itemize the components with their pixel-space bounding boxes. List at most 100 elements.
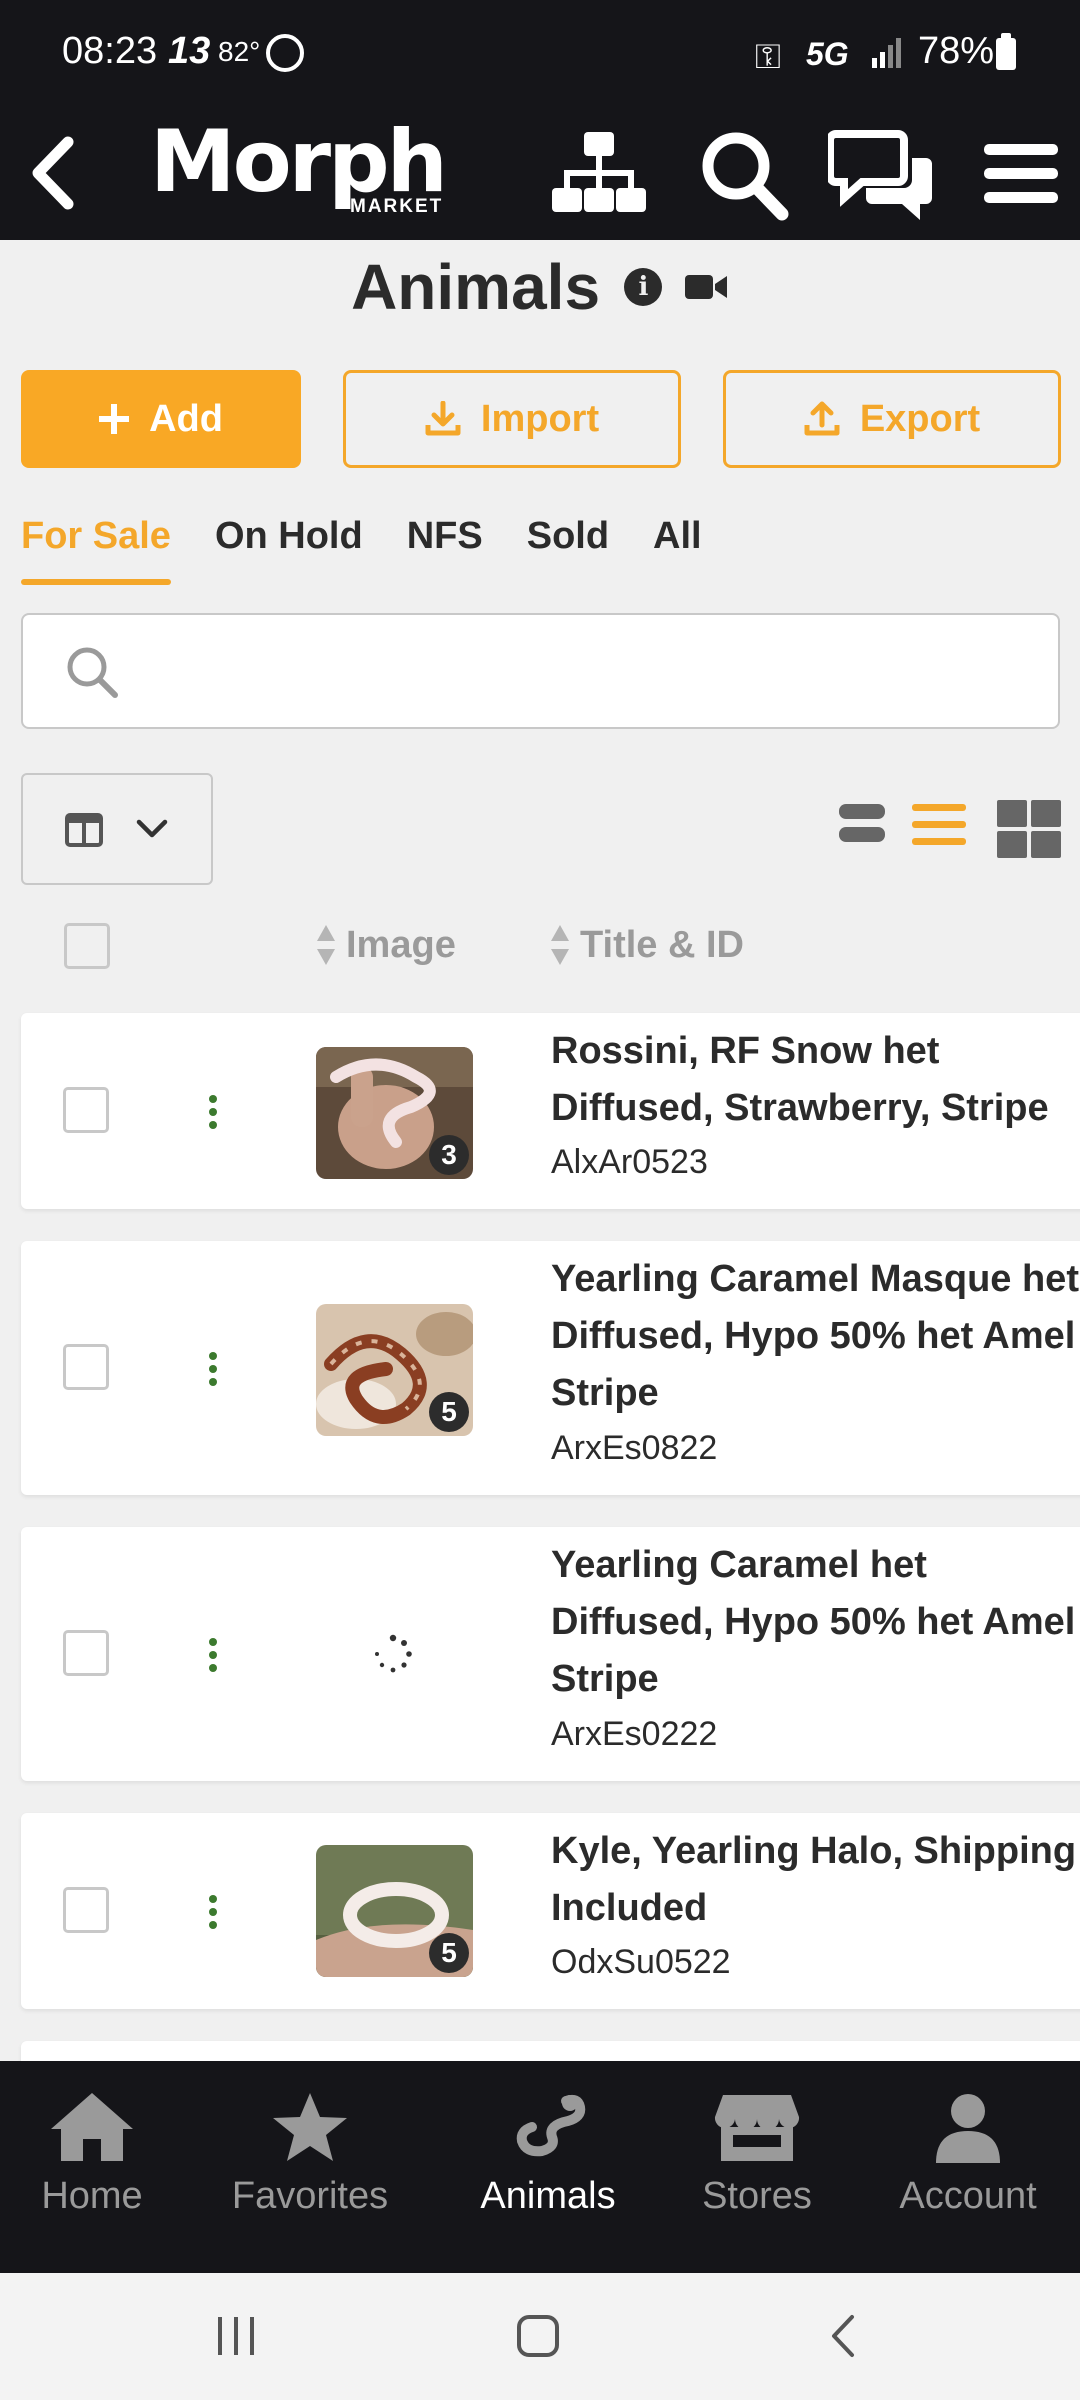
nav-animals[interactable]: Animals [468,2091,628,2218]
table-row[interactable]: Yearling Caramel het Diffused, Hypo 50% … [21,1527,1080,1781]
tab-for-sale[interactable]: For Sale [21,505,171,585]
row-checkbox[interactable] [63,1344,109,1390]
nav-stores-label: Stores [702,2175,812,2217]
title-line: Stripe [551,1658,659,1700]
table-row[interactable]: 5 Yearling Caramel Masque het Diffused, … [21,1241,1080,1495]
export-button[interactable]: Export [723,370,1061,468]
animal-title[interactable]: Rossini, RF Snow het Diffused, Strawberr… [551,1023,1080,1137]
chevron-down-icon [136,819,168,838]
title-line: Yearling Caramel Masque het [551,1258,1079,1300]
nav-account[interactable]: Account [888,2091,1048,2218]
row-checkbox[interactable] [63,1887,109,1933]
add-label: Add [149,397,223,440]
info-icon[interactable]: i [624,268,663,306]
table-row[interactable]: 5 Kyle, Yearling Halo, Shipping Included… [21,1813,1080,2009]
title-line: Diffused, Hypo 50% het Amel [551,1315,1076,1357]
animal-id: AlxAr0523 [551,1143,708,1181]
row-checkbox[interactable] [63,1087,109,1133]
logo-subtext: MARKET [350,196,444,217]
animal-thumbnail[interactable]: 3 [316,1047,473,1179]
hamburger-menu-icon[interactable] [966,122,1076,226]
battery-percent: 78% [918,30,995,72]
download-icon [425,401,461,436]
search-icon [67,647,118,698]
nav-home[interactable]: Home [22,2091,162,2218]
home-icon [51,2093,133,2161]
status-app-icon [266,34,304,72]
search-box [21,613,1060,729]
animal-id: OdxSu0522 [551,1943,731,1981]
animal-id: ArxEs0222 [551,1715,718,1753]
column-chooser-button[interactable] [21,773,213,885]
app-header: Morph MARKET [0,108,1080,240]
bottom-tab-bar: Home Favorites Animals Stores Account [0,2061,1080,2273]
animal-thumbnail[interactable]: 5 [316,1304,473,1436]
animal-title[interactable]: Kyle, Yearling Halo, Shipping Included [551,1823,1080,1937]
column-header-image[interactable]: Image [316,923,456,967]
import-button[interactable]: Import [343,370,681,468]
image-count-badge: 3 [429,1135,469,1175]
import-label: Import [480,397,600,440]
title-line: Yearling Caramel het [551,1544,927,1586]
select-all-checkbox[interactable] [64,923,110,969]
add-button[interactable]: Add [21,370,301,468]
row-menu-icon[interactable] [203,1352,223,1391]
page-title-row: Animals i [0,250,1080,340]
signal-icon [872,38,901,68]
animal-id: ArxEs0822 [551,1429,718,1467]
tab-nfs[interactable]: NFS [407,505,483,585]
row-menu-icon[interactable] [203,1638,223,1677]
tab-sold[interactable]: Sold [527,505,609,585]
video-icon[interactable] [684,272,729,302]
morph-market-logo[interactable]: Morph MARKET [150,112,450,222]
tab-on-hold[interactable]: On Hold [215,505,363,585]
battery-icon [996,33,1016,70]
nav-stores[interactable]: Stores [692,2091,822,2218]
home-button-icon[interactable] [514,2313,562,2359]
sitemap-icon[interactable] [544,122,654,226]
nav-home-label: Home [41,2175,143,2217]
column-title-label: Title & ID [580,923,744,966]
nav-favorites-label: Favorites [231,2175,389,2217]
status-temperature: 82° [218,36,261,67]
user-icon [936,2094,1000,2163]
sort-icon [551,925,569,965]
title-line: Rossini, RF Snow het [551,1030,940,1072]
column-header-title[interactable]: Title & ID [550,923,744,967]
upload-icon [804,401,840,436]
network-type: 5G [806,36,849,72]
star-icon [273,2093,347,2161]
image-count-badge: 5 [429,1392,469,1432]
back-button-icon[interactable] [820,2313,868,2359]
row-menu-icon[interactable] [203,1095,223,1134]
back-icon[interactable] [16,128,96,218]
tab-all[interactable]: All [653,505,702,585]
animal-title[interactable]: Yearling Caramel het Diffused, Hypo 50% … [551,1537,1080,1708]
image-count-badge: 5 [429,1933,469,1973]
list-view-icon[interactable] [910,800,968,850]
row-menu-icon[interactable] [203,1895,223,1934]
nav-favorites[interactable]: Favorites [218,2091,402,2218]
title-line: Stripe [551,1372,659,1414]
search-icon[interactable] [690,122,800,226]
nav-account-label: Account [899,2175,1037,2217]
status-bar: 08:23 13 82° ⚿ 5G 78% [0,0,1080,108]
grid-view-icon[interactable] [997,800,1061,858]
loading-spinner-icon [375,1634,412,1673]
search-input[interactable] [133,635,1033,709]
vpn-key-icon: ⚿ [755,38,781,76]
recent-apps-icon[interactable] [212,2313,260,2359]
chat-icon[interactable] [828,122,938,226]
table-row[interactable]: 3 Rossini, RF Snow het Diffused, Strawbe… [21,1013,1080,1209]
store-icon [714,2095,800,2161]
snake-icon [516,2094,586,2157]
notification-number: 13 [168,30,211,72]
row-checkbox[interactable] [63,1630,109,1676]
compact-view-icon[interactable] [837,800,887,846]
title-line: Included [551,1887,708,1929]
animal-thumbnail[interactable]: 5 [316,1845,473,1977]
column-image-label: Image [346,923,456,966]
animal-title[interactable]: Yearling Caramel Masque het Diffused, Hy… [551,1251,1080,1422]
plus-icon [99,404,130,434]
export-label: Export [859,397,981,440]
